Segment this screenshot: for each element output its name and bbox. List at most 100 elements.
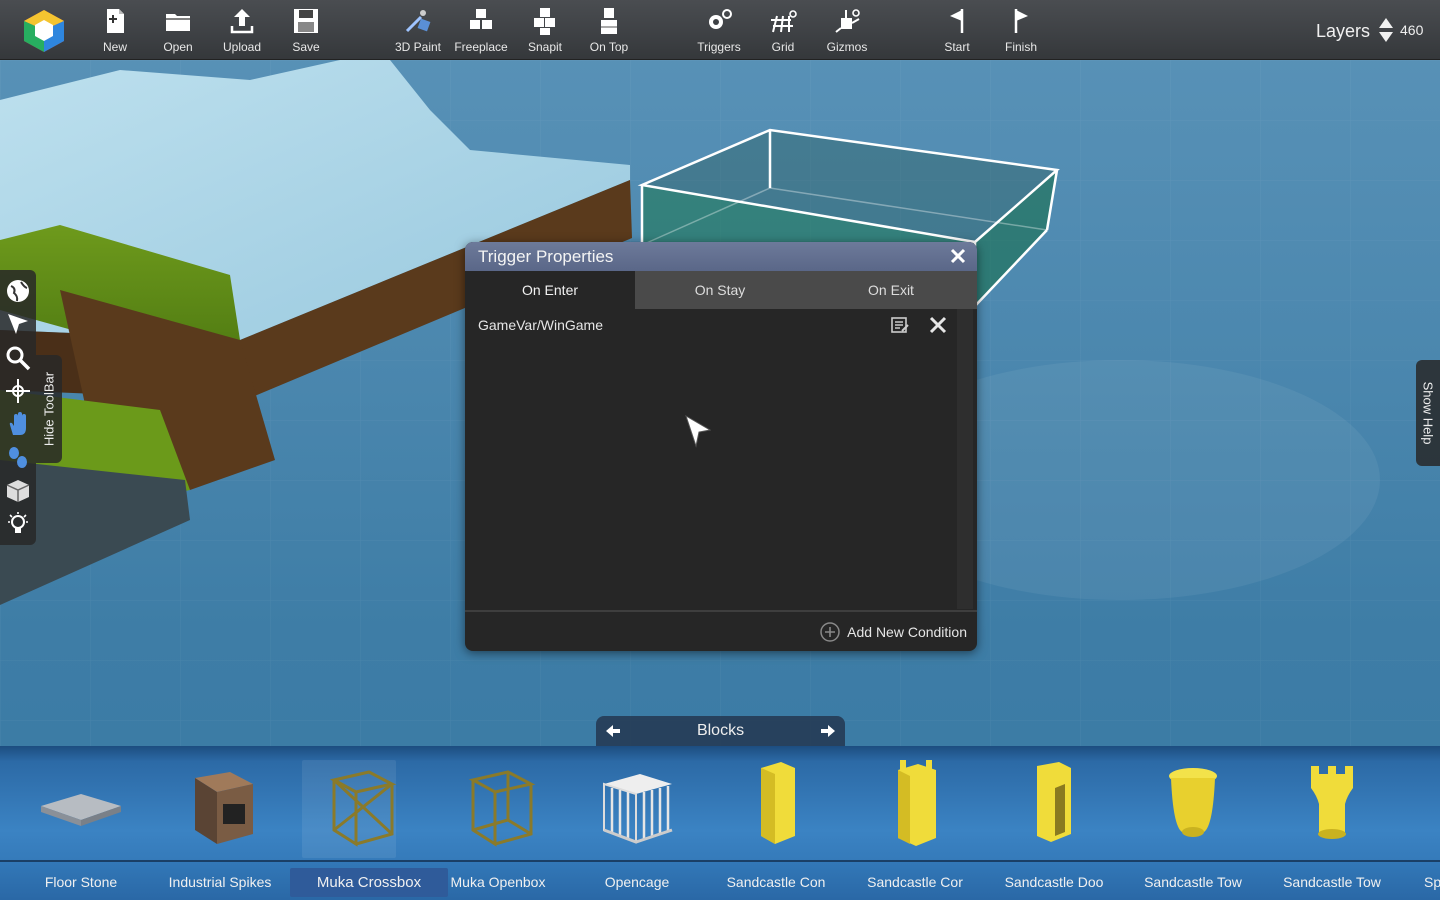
- show-help-label: Show Help: [1420, 381, 1436, 445]
- gears-icon: [709, 9, 732, 29]
- snapit-button[interactable]: Snapit: [515, 4, 575, 56]
- finish-flag-icon: [1014, 9, 1028, 33]
- finish-label: Finish: [1004, 40, 1037, 54]
- finish-button[interactable]: Finish: [991, 4, 1051, 56]
- palette-item-sp[interactable]: Sp: [1402, 746, 1440, 900]
- item-label: Floor Stone: [44, 874, 118, 890]
- dialog-titlebar[interactable]: Trigger Properties: [465, 242, 977, 271]
- layers-value: 460: [1400, 22, 1424, 38]
- upload-button[interactable]: Upload: [212, 4, 272, 56]
- 3d-paint-label: 3D Paint: [394, 40, 442, 54]
- up-down-arrows-icon[interactable]: [1378, 17, 1394, 43]
- footsteps-icon[interactable]: [5, 444, 31, 470]
- mouse-cursor-icon: [685, 415, 711, 448]
- dialog-footer: Add New Condition: [465, 610, 977, 651]
- palette-item-sandcastle-tow-1[interactable]: Sandcastle Tow: [1124, 746, 1262, 900]
- palette-item-muka-openbox[interactable]: Muka Openbox: [429, 746, 567, 900]
- 3d-paint-button[interactable]: 3D Paint: [388, 4, 448, 56]
- stack-cube-icon: [601, 8, 617, 34]
- freeplace-button[interactable]: Freeplace: [451, 4, 511, 56]
- item-label: Muka Openbox: [450, 874, 546, 890]
- box-icon[interactable]: [5, 478, 31, 504]
- sandcastle-doo-thumbnail: [1037, 762, 1071, 842]
- new-button[interactable]: New: [85, 4, 145, 56]
- triggers-label: Triggers: [697, 40, 741, 54]
- app-logo-icon[interactable]: [20, 8, 68, 52]
- upload-label: Upload: [222, 40, 262, 54]
- new-file-icon: [107, 9, 124, 33]
- save-button[interactable]: Save: [276, 4, 336, 56]
- search-icon[interactable]: [5, 345, 31, 371]
- globe-icon[interactable]: [5, 278, 31, 304]
- palette-item-sandcastle-doo[interactable]: Sandcastle Doo: [985, 746, 1123, 900]
- triggers-button[interactable]: Triggers: [689, 4, 749, 56]
- arrow-right-icon[interactable]: [819, 722, 837, 740]
- palette-item-muka-crossbox[interactable]: Muka Crossbox: [290, 746, 448, 900]
- trigger-tabs: On Enter On Stay On Exit: [465, 271, 977, 309]
- upload-icon: [230, 9, 254, 34]
- item-label: Opencage: [604, 874, 670, 890]
- start-flag-icon: [950, 9, 964, 33]
- category-label: Blocks: [696, 722, 745, 739]
- pointer-icon[interactable]: [5, 311, 31, 337]
- on-top-button[interactable]: On Top: [579, 4, 639, 56]
- new-label: New: [102, 40, 127, 54]
- delete-icon[interactable]: [928, 315, 948, 335]
- palette-item-sandcastle-cor[interactable]: Sandcastle Cor: [846, 746, 984, 900]
- item-label: Sandcastle Tow: [1283, 874, 1381, 890]
- industrial-spikes-thumbnail: [195, 772, 253, 844]
- condition-text: GameVar/WinGame: [478, 317, 603, 333]
- floor-stone-thumbnail: [41, 794, 121, 826]
- palette-item-industrial-spikes[interactable]: Industrial Spikes: [151, 746, 289, 900]
- tab-on-enter[interactable]: On Enter: [465, 271, 635, 309]
- palette-item-sandcastle-tow-2[interactable]: Sandcastle Tow: [1263, 746, 1401, 900]
- gizmos-button[interactable]: Gizmos: [817, 4, 877, 56]
- sandcastle-tow-thumbnail: [1169, 768, 1217, 837]
- gizmos-label: Gizmos: [826, 40, 868, 54]
- close-icon[interactable]: [949, 247, 967, 265]
- grid-button[interactable]: Grid: [753, 4, 813, 56]
- scrollbar[interactable]: [957, 309, 973, 609]
- dialog-title: Trigger Properties: [478, 247, 614, 266]
- left-toolbar: [0, 270, 36, 545]
- condition-list: GameVar/WinGame: [465, 309, 977, 651]
- layers-control[interactable]: Layers 460: [1300, 14, 1430, 46]
- tab-on-stay[interactable]: On Stay: [635, 271, 805, 309]
- show-help-tab[interactable]: Show Help: [1416, 360, 1440, 466]
- category-selector: Blocks: [596, 716, 845, 746]
- lightbulb-icon[interactable]: [5, 511, 31, 537]
- sandcastle-cor-thumbnail: [898, 760, 936, 846]
- add-condition-label: Add New Condition: [847, 624, 967, 640]
- muka-crossbox-thumbnail: [329, 770, 397, 847]
- paint-icon: [405, 10, 431, 33]
- add-condition-button[interactable]: Add New Condition: [820, 622, 967, 644]
- open-button[interactable]: Open: [148, 4, 208, 56]
- palette-item-floor-stone[interactable]: Floor Stone: [12, 746, 150, 900]
- sandcastle-con-thumbnail: [761, 762, 795, 844]
- block-palette: Floor Stone Industrial Spikes Muka Cross…: [0, 746, 1440, 900]
- edit-icon[interactable]: [890, 315, 910, 335]
- sandcastle-tower-thumbnail: [1311, 766, 1353, 839]
- start-label: Start: [944, 40, 970, 54]
- list-item[interactable]: GameVar/WinGame: [465, 309, 955, 341]
- hand-icon[interactable]: [5, 411, 31, 437]
- on-top-label: On Top: [589, 40, 629, 54]
- start-button[interactable]: Start: [927, 4, 987, 56]
- item-label: Sandcastle Con: [726, 874, 826, 890]
- snap-cubes-icon: [534, 8, 555, 35]
- item-label: Sandcastle Doo: [1004, 874, 1104, 890]
- cubes-icon: [470, 9, 492, 29]
- item-label: Sandcastle Cor: [867, 874, 963, 890]
- top-toolbar: New Open Upload Save 3D Paint Freeplace …: [0, 0, 1440, 60]
- move-icon[interactable]: [5, 378, 31, 404]
- hide-toolbar-tab[interactable]: Hide ToolBar: [36, 355, 62, 463]
- item-label: Sandcastle Tow: [1144, 874, 1242, 890]
- gizmo-icon: [835, 9, 860, 33]
- grid-icon: [771, 10, 797, 33]
- palette-item-opencage[interactable]: Opencage: [568, 746, 706, 900]
- palette-item-sandcastle-con[interactable]: Sandcastle Con: [707, 746, 845, 900]
- freeplace-label: Freeplace: [454, 40, 508, 54]
- folder-icon: [166, 14, 190, 31]
- tab-on-exit[interactable]: On Exit: [806, 271, 976, 309]
- item-label: Sp: [1424, 874, 1440, 890]
